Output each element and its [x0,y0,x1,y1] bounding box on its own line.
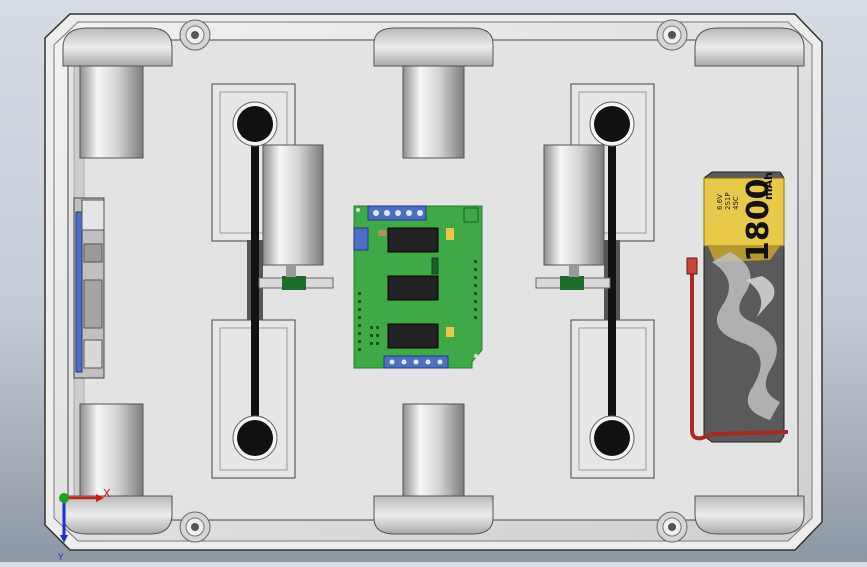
standoff-top-right [656,19,688,51]
motor-driver-board [353,205,483,369]
battery-spec-2: 2S1P [724,192,732,210]
wheel-hub-top-right [694,27,805,67]
battery-spec-1: 6.6V [716,194,724,210]
standoff-top-left [179,19,211,51]
standoff-bottom-right [656,511,688,543]
axis-x-label: X [103,487,111,500]
battery-spec-3: 45C [732,196,740,210]
chassis-drawing: 1800 mAh 6.6V 2S1P 45C X Y [44,13,823,563]
side-controller-module [73,197,105,379]
cad-viewport[interactable]: 1800 mAh 6.6V 2S1P 45C X Y [0,0,867,563]
axis-y-label: Y [57,553,64,562]
wheel-hub-bottom-right [694,495,805,535]
battery-unit-label: mAh [762,172,775,200]
standoff-bottom-left [179,511,211,543]
